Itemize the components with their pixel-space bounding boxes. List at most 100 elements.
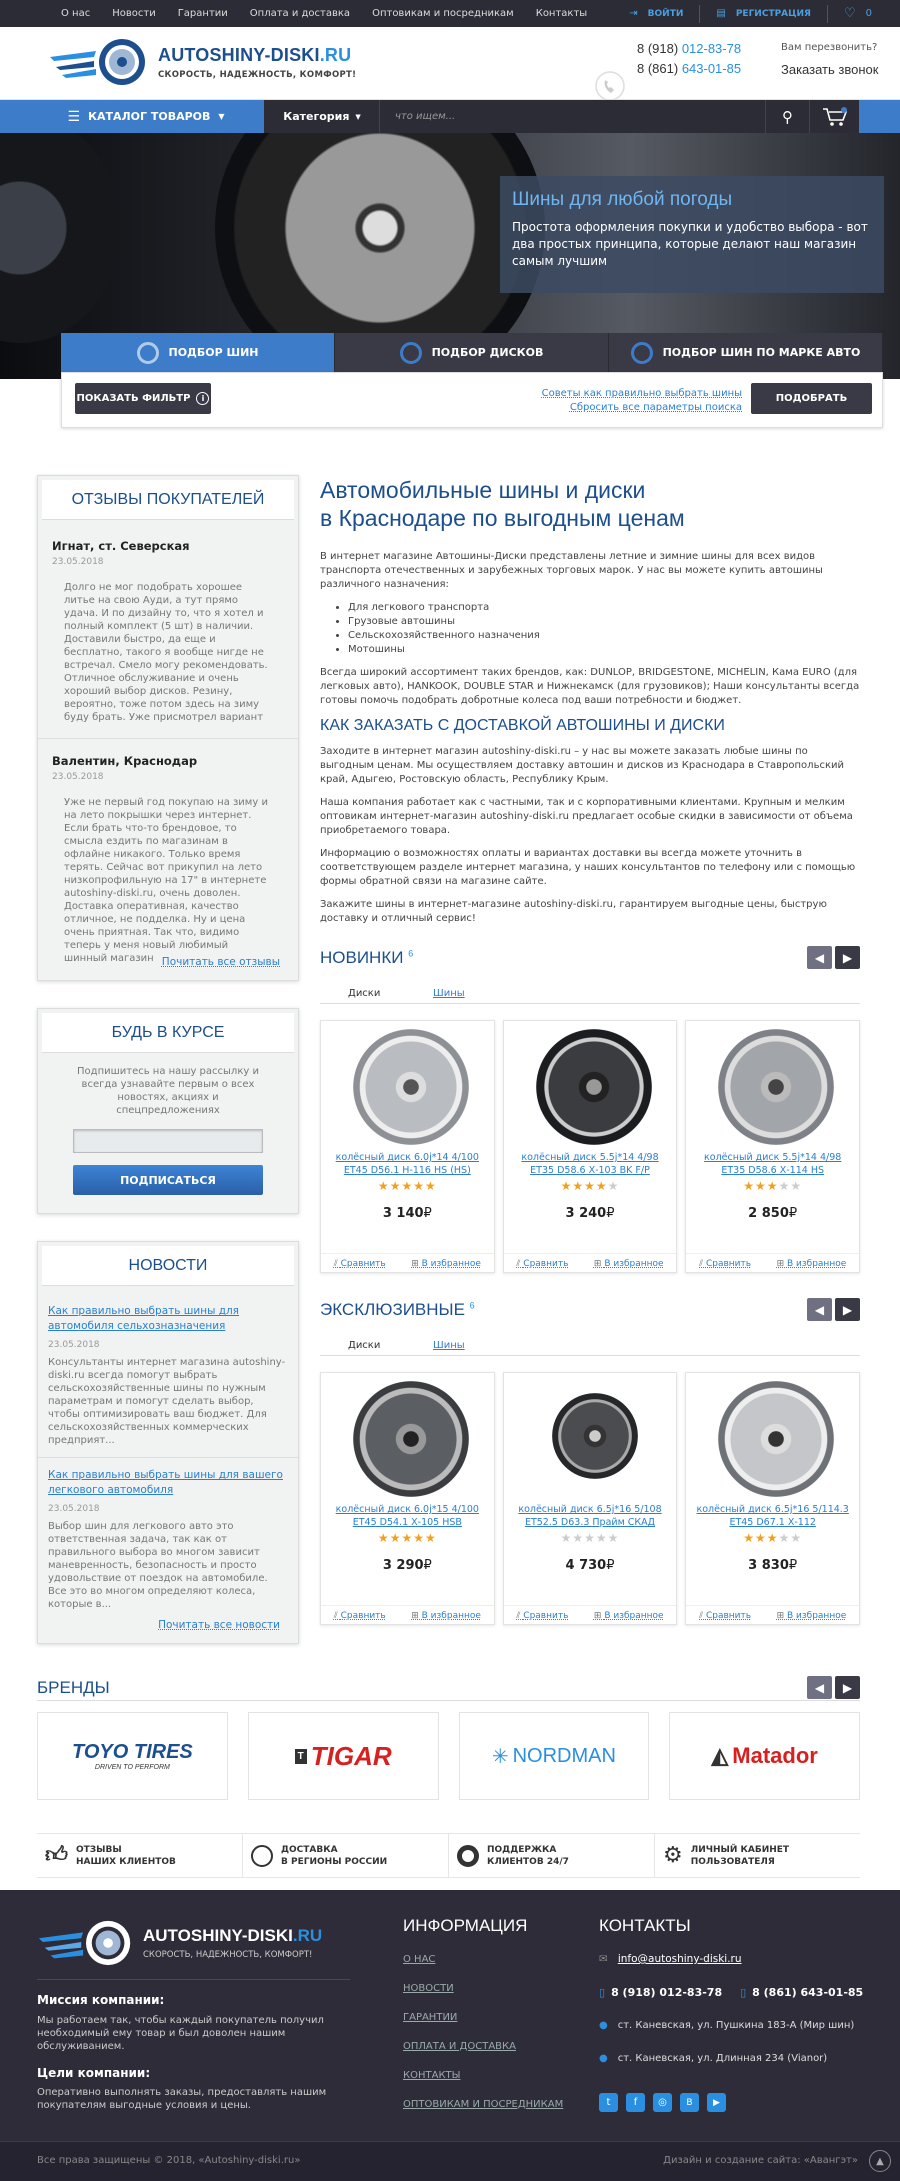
compare-link[interactable]: ⫽ Сравнить bbox=[699, 1259, 751, 1269]
top-menu-item[interactable]: Гарантии bbox=[178, 8, 228, 19]
search-input[interactable]: что ищем... bbox=[380, 100, 765, 133]
catalog-button[interactable]: ☰ КАТАЛОГ ТОВАРОВ ▼ bbox=[28, 100, 265, 133]
favorite-icon: ⊞ bbox=[411, 1611, 422, 1621]
compare-link[interactable]: ⫽ Сравнить bbox=[516, 1611, 568, 1621]
footer-link[interactable]: О НАС bbox=[403, 1954, 435, 1965]
callback-button[interactable]: Заказать звонок bbox=[781, 62, 878, 77]
email-field[interactable] bbox=[73, 1129, 263, 1153]
footer-logo[interactable]: AUTOSHINY-DISKI.RU СКОРОСТЬ, НАДЕЖНОСТЬ,… bbox=[37, 1918, 322, 1968]
wheel-image bbox=[0, 133, 120, 343]
title-line: Автомобильные шины и диски bbox=[320, 477, 646, 503]
top-menu-item[interactable]: Оплата и доставка bbox=[250, 8, 350, 19]
footer-link[interactable]: КОНТАКТЫ bbox=[403, 2070, 460, 2081]
news-link[interactable]: Как правильно выбрать шины для автомобил… bbox=[48, 1304, 288, 1334]
arrow-left-icon[interactable]: ◀ bbox=[807, 946, 832, 969]
arrow-left-icon[interactable]: ◀ bbox=[807, 1298, 832, 1321]
vk-icon[interactable]: B bbox=[680, 2093, 699, 2112]
product-card[interactable]: колёсный диск 6.0j*15 4/100 ET45 D54.1 Х… bbox=[320, 1372, 495, 1625]
brand-nordman[interactable]: ✳ NORDMAN bbox=[458, 1712, 650, 1800]
favorite-link[interactable]: ⊞ В избранное bbox=[777, 1611, 847, 1621]
top-menu-item[interactable]: Новости bbox=[112, 8, 155, 19]
all-reviews-link[interactable]: Почитать все отзывы bbox=[162, 956, 280, 968]
footer-link[interactable]: ОПТОВИКАМ И ПОСРЕДНИКАМ bbox=[403, 2099, 563, 2110]
facebook-icon[interactable]: f bbox=[626, 2093, 645, 2112]
compare-link[interactable]: ⫽ Сравнить bbox=[334, 1259, 386, 1269]
favorite-link[interactable]: ⊞ В избранное bbox=[777, 1259, 847, 1269]
tab-tires[interactable]: ПОДБОР ШИН bbox=[61, 333, 335, 372]
product-name[interactable]: колёсный диск 6.5j*16 5/114.3 ET45 D67.1… bbox=[694, 1503, 851, 1529]
feature-support[interactable]: ПОДДЕРЖКА КЛИЕНТОВ 24/7 bbox=[449, 1834, 655, 1877]
product-card[interactable]: колёсный диск 5.5j*14 4/98 ET35 D58.6 Х-… bbox=[502, 1020, 678, 1273]
feature-account[interactable]: ⚙ ЛИЧНЫЙ КАБИНЕТ ПОЛЬЗОВАТЕЛЯ bbox=[655, 1834, 860, 1877]
currency: ₽ bbox=[788, 1558, 798, 1573]
scroll-top-icon[interactable]: ▲ bbox=[869, 2150, 891, 2172]
arrow-right-icon[interactable]: ▶ bbox=[835, 1676, 860, 1699]
credits[interactable]: Дизайн и создание сайта: «Авангэт» bbox=[663, 2155, 858, 2166]
product-name[interactable]: колёсный диск 5.5j*14 4/98 ET35 D58.6 Х-… bbox=[694, 1151, 851, 1177]
product-name[interactable]: колёсный диск 6.0j*15 4/100 ET45 D54.1 Х… bbox=[329, 1503, 486, 1529]
news-link[interactable]: Как правильно выбрать шины для вашего ле… bbox=[48, 1468, 288, 1498]
tab-disks[interactable]: ПОДБОР ДИСКОВ bbox=[335, 333, 609, 372]
subscribe-button[interactable]: ПОДПИСАТЬСЯ bbox=[73, 1165, 263, 1195]
product-name[interactable]: колёсный диск 6.0j*14 4/100 ET45 D56.1 Н… bbox=[329, 1151, 486, 1177]
tab-disks[interactable]: Диски bbox=[348, 988, 380, 999]
favorite-icon: ⊞ bbox=[776, 1611, 787, 1621]
show-filter-button[interactable]: ПОКАЗАТЬ ФИЛЬТР i bbox=[75, 383, 211, 414]
instagram-icon[interactable]: ◎ bbox=[653, 2093, 672, 2112]
tab-disks[interactable]: Диски bbox=[348, 1340, 380, 1351]
submit-button[interactable]: ПОДОБРАТЬ bbox=[751, 383, 872, 414]
product-card[interactable]: колёсный диск 6.0j*14 4/100 ET45 D56.1 Н… bbox=[320, 1020, 495, 1273]
tab-tires[interactable]: Шины bbox=[433, 988, 465, 999]
feature-delivery[interactable]: ДОСТАВКА В РЕГИОНЫ РОССИИ bbox=[243, 1834, 449, 1877]
favorite-link[interactable]: ⊞ В избранное bbox=[411, 1259, 481, 1269]
product-name[interactable]: колёсный диск 6.5j*16 5/108 ET52.5 D63.3… bbox=[512, 1503, 669, 1529]
brand-toyo[interactable]: TOYO TIRES DRIVEN TO PERFORM bbox=[37, 1712, 228, 1800]
review-item: Валентин, Краснодар 23.05.2018 Уже не пе… bbox=[38, 739, 298, 979]
compare-link[interactable]: ⫽ Сравнить bbox=[334, 1611, 386, 1621]
heart-icon[interactable]: ♡ bbox=[844, 6, 856, 21]
currency: ₽ bbox=[606, 1558, 615, 1573]
brand-tigar[interactable]: T TIGAR bbox=[247, 1712, 439, 1800]
tab-by-car[interactable]: ПОДБОР ШИН ПО МАРКЕ АВТО bbox=[609, 333, 883, 372]
product-card[interactable]: колёсный диск 6.5j*16 5/108 ET52.5 D63.3… bbox=[502, 1372, 678, 1625]
twitter-icon[interactable]: t bbox=[599, 2093, 618, 2112]
login-link[interactable]: ВОЙТИ bbox=[648, 9, 684, 19]
reset-link[interactable]: Сбросить все параметры поиска bbox=[570, 402, 742, 413]
search-button[interactable]: ⚲ bbox=[765, 100, 809, 133]
product-card[interactable]: колёсный диск 5.5j*14 4/98 ET35 D58.6 Х-… bbox=[685, 1020, 861, 1273]
all-news-link[interactable]: Почитать все новости bbox=[158, 1619, 280, 1631]
top-menu-item[interactable]: О нас bbox=[61, 8, 90, 19]
tab-tires[interactable]: Шины bbox=[433, 1340, 465, 1351]
product-name[interactable]: колёсный диск 5.5j*14 4/98 ET35 D58.6 Х-… bbox=[512, 1151, 669, 1177]
phone-1[interactable]: 8 (918) 012-83-78 bbox=[637, 41, 741, 56]
product-card[interactable]: колёсный диск 6.5j*16 5/114.3 ET45 D67.1… bbox=[685, 1372, 861, 1625]
favorite-link[interactable]: ⊞ В избранное bbox=[594, 1259, 664, 1269]
phone-2[interactable]: 8 (861) 643-01-85 bbox=[637, 61, 741, 76]
top-menu-item[interactable]: Контакты bbox=[536, 8, 587, 19]
footer-link[interactable]: ГАРАНТИИ bbox=[403, 2012, 457, 2023]
phone-1[interactable]: ▯ 8 (918) 012-83-78 bbox=[599, 1986, 722, 1999]
compare-link[interactable]: ⫽ Сравнить bbox=[699, 1611, 751, 1621]
top-menu-item[interactable]: Оптовикам и посредникам bbox=[372, 8, 514, 19]
brand-matador[interactable]: ◭ Matador bbox=[669, 1712, 860, 1800]
category-dropdown[interactable]: Категория ▼ bbox=[265, 100, 380, 133]
footer-link[interactable]: ОПЛАТА И ДОСТАВКА bbox=[403, 2041, 516, 2052]
logo[interactable]: AUTOSHINY-DISKI.RU СКОРОСТЬ, НАДЕЖНОСТЬ,… bbox=[48, 37, 356, 87]
arrow-right-icon[interactable]: ▶ bbox=[835, 946, 860, 969]
compare-link[interactable]: ⫽ Сравнить bbox=[516, 1259, 568, 1269]
footer-link[interactable]: НОВОСТИ bbox=[403, 1983, 454, 1994]
feature-reviews[interactable]: 👍︎ ОТЗЫВЫ НАШИХ КЛИЕНТОВ bbox=[37, 1834, 243, 1877]
youtube-icon[interactable]: ▶ bbox=[707, 2093, 726, 2112]
arrow-left-icon[interactable]: ◀ bbox=[807, 1676, 832, 1699]
phone-2[interactable]: ▯ 8 (861) 643-01-85 bbox=[740, 1986, 863, 1999]
arrow-right-icon[interactable]: ▶ bbox=[835, 1298, 860, 1321]
email-link[interactable]: info@autoshiny-diski.ru bbox=[618, 1953, 742, 1965]
favorite-link[interactable]: ⊞ В избранное bbox=[594, 1611, 664, 1621]
register-link[interactable]: РЕГИСТРАЦИЯ bbox=[736, 9, 811, 19]
favorite-link[interactable]: ⊞ В избранное bbox=[411, 1611, 481, 1621]
chevron-down-icon: ▼ bbox=[218, 112, 225, 121]
logo-text: AUTOSHINY-DISKI.RU bbox=[158, 45, 356, 66]
cart-button[interactable] bbox=[809, 100, 859, 133]
news-title: НОВОСТИ bbox=[42, 1246, 294, 1286]
advice-link[interactable]: Советы как правильно выбрать шины bbox=[542, 388, 742, 399]
